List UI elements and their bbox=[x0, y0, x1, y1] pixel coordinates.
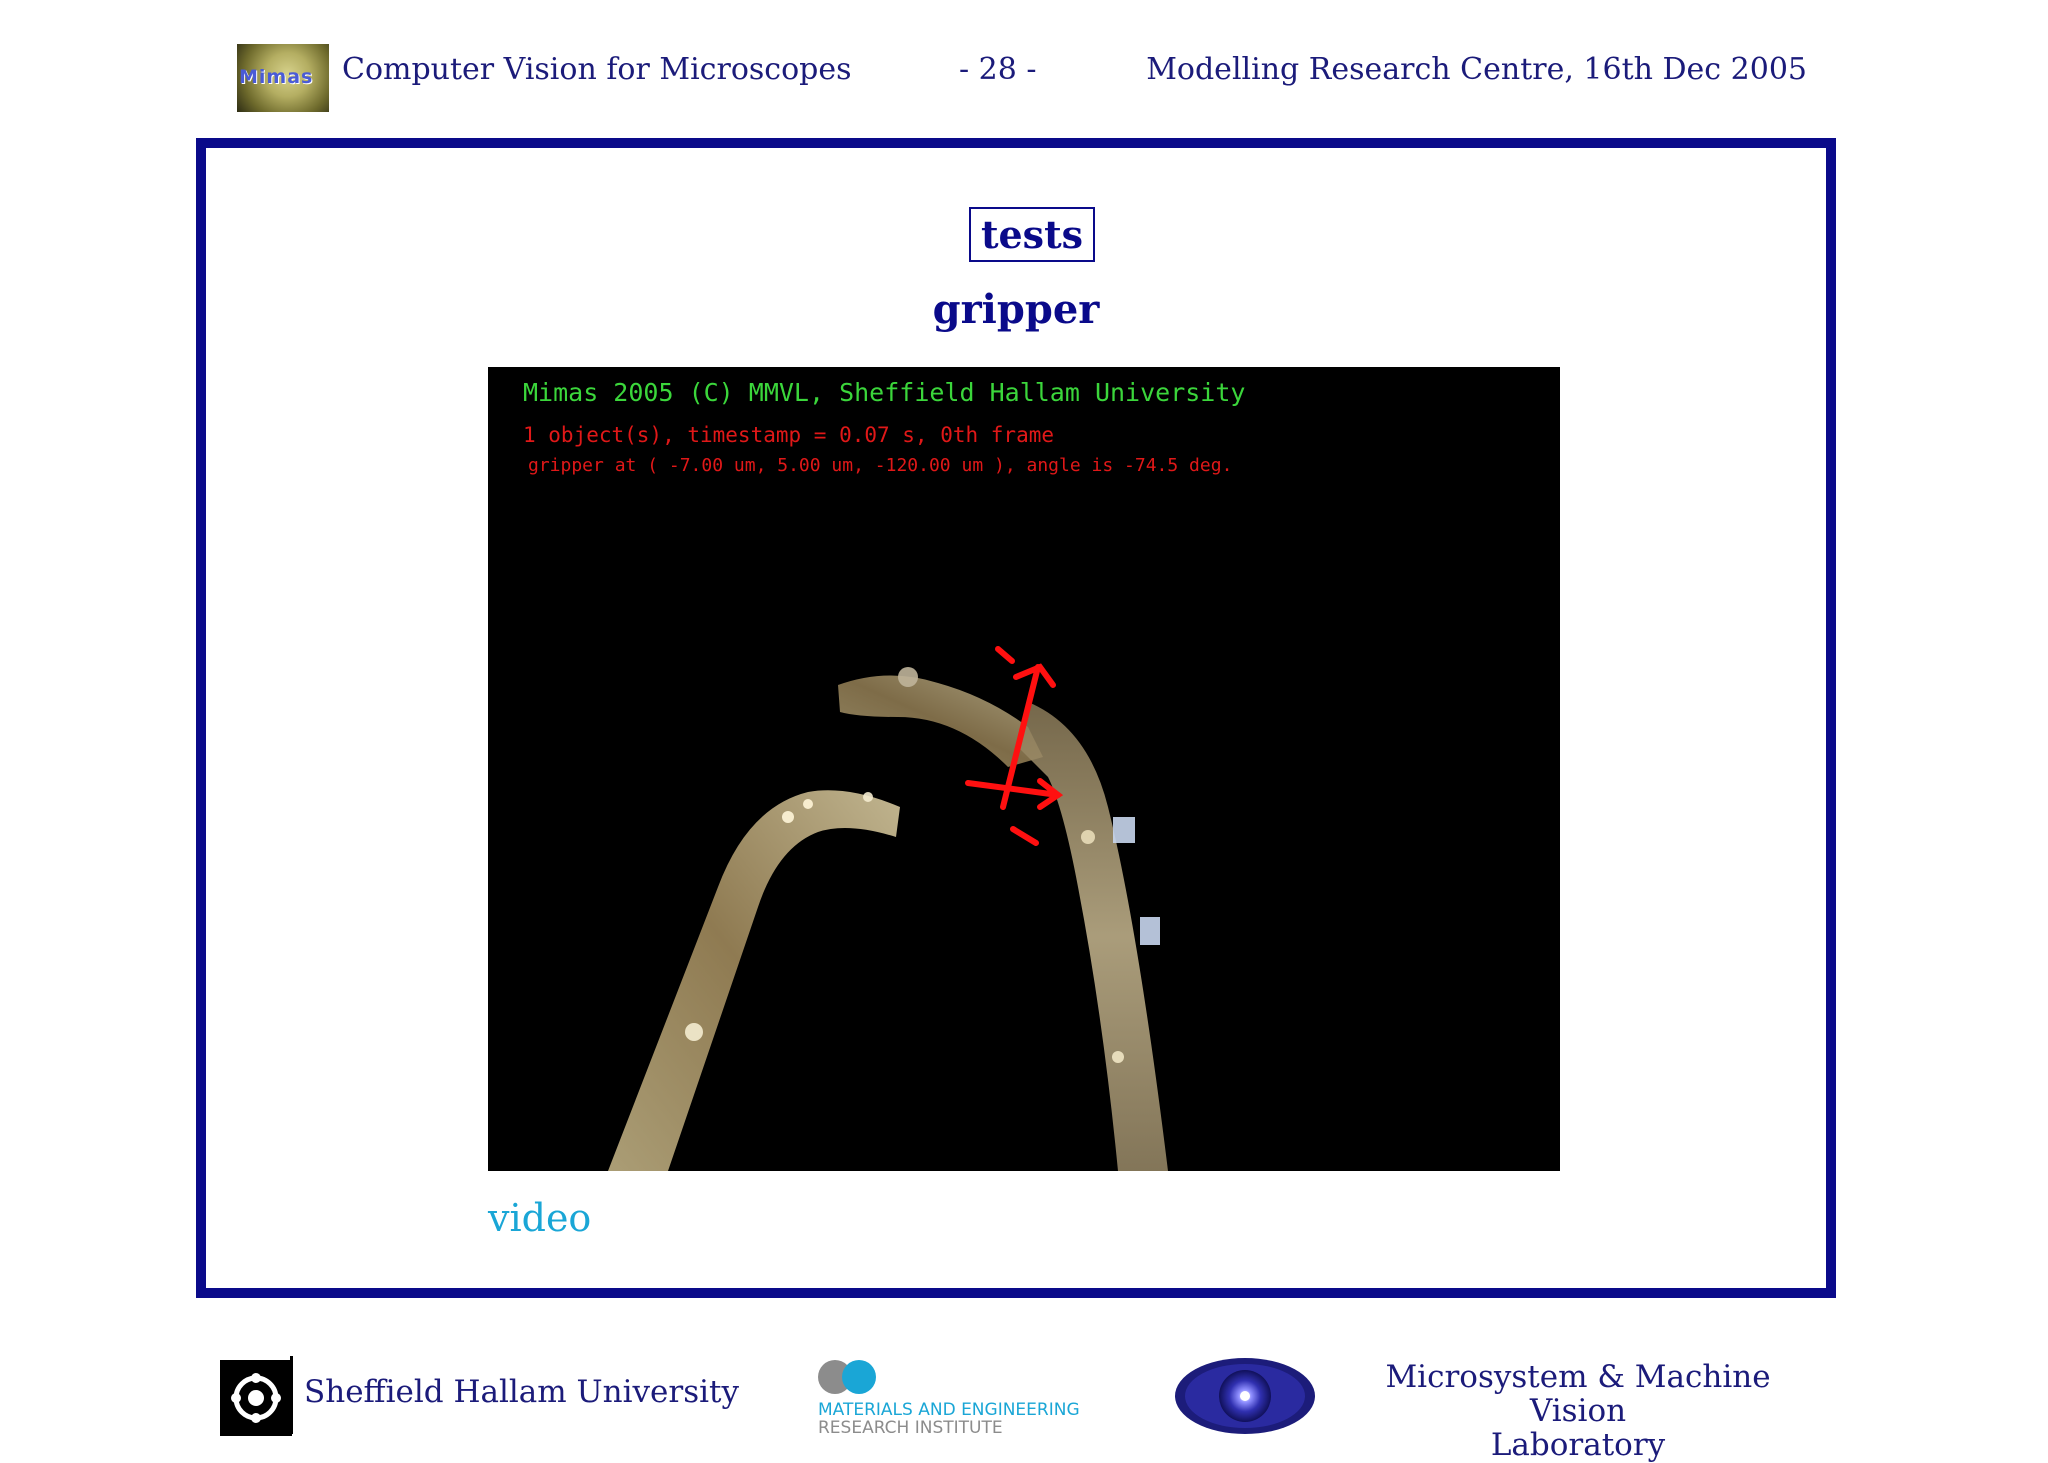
institute-name-line1: MATERIALS AND ENGINEERING bbox=[818, 1400, 1080, 1420]
slide-footer: Sheffield Hallam University MATERIALS AN… bbox=[218, 1350, 1808, 1462]
institute-name-line2: RESEARCH INSTITUTE bbox=[818, 1418, 1003, 1438]
lab-name-line1: Microsystem & Machine Vision bbox=[1385, 1359, 1771, 1429]
meri-blue-circle-icon bbox=[842, 1360, 876, 1394]
video-still[interactable]: Mimas 2005 (C) MMVL, Sheffield Hallam Un… bbox=[488, 367, 1560, 1171]
sheffield-hallam-logo bbox=[220, 1360, 292, 1436]
gripper-microscope-image: Mimas 2005 (C) MMVL, Sheffield Hallam Un… bbox=[488, 367, 1560, 1171]
logo-divider bbox=[290, 1356, 293, 1434]
video-link[interactable]: video bbox=[488, 1196, 591, 1240]
lab-name-line2: Laboratory bbox=[1490, 1427, 1666, 1463]
meri-logo: MATERIALS AND ENGINEERING RESEARCH INSTI… bbox=[818, 1360, 1080, 1438]
mimas-logo-text: Mimas bbox=[239, 66, 314, 88]
lab-name: Microsystem & Machine Vision Laboratory bbox=[1348, 1360, 1808, 1462]
overlay-position-text: gripper at ( -7.00 um, 5.00 um, -120.00 … bbox=[528, 455, 1232, 476]
mmvl-eye-logo bbox=[1173, 1356, 1317, 1436]
university-name: Sheffield Hallam University bbox=[304, 1374, 739, 1410]
slide-title: gripper bbox=[932, 286, 1100, 333]
mimas-logo: Mimas bbox=[237, 44, 329, 112]
slide-header: Mimas Computer Vision for Microscopes - … bbox=[237, 44, 1807, 112]
presentation-title: Computer Vision for Microscopes bbox=[342, 52, 852, 87]
overlay-copyright-text: Mimas 2005 (C) MMVL, Sheffield Hallam Un… bbox=[523, 378, 1245, 407]
eye-icon bbox=[1175, 1358, 1315, 1434]
section-label: tests bbox=[969, 207, 1095, 262]
event-info: Modelling Research Centre, 16th Dec 2005 bbox=[1146, 52, 1807, 87]
shu-emblem-icon bbox=[231, 1373, 281, 1423]
overlay-timestamp-text: 1 object(s), timestamp = 0.07 s, 0th fra… bbox=[523, 423, 1054, 447]
page-number: - 28 - bbox=[959, 52, 1037, 87]
slide-frame: tests gripper Mimas 2005 (C) MMVL, Sheff… bbox=[196, 138, 1836, 1298]
